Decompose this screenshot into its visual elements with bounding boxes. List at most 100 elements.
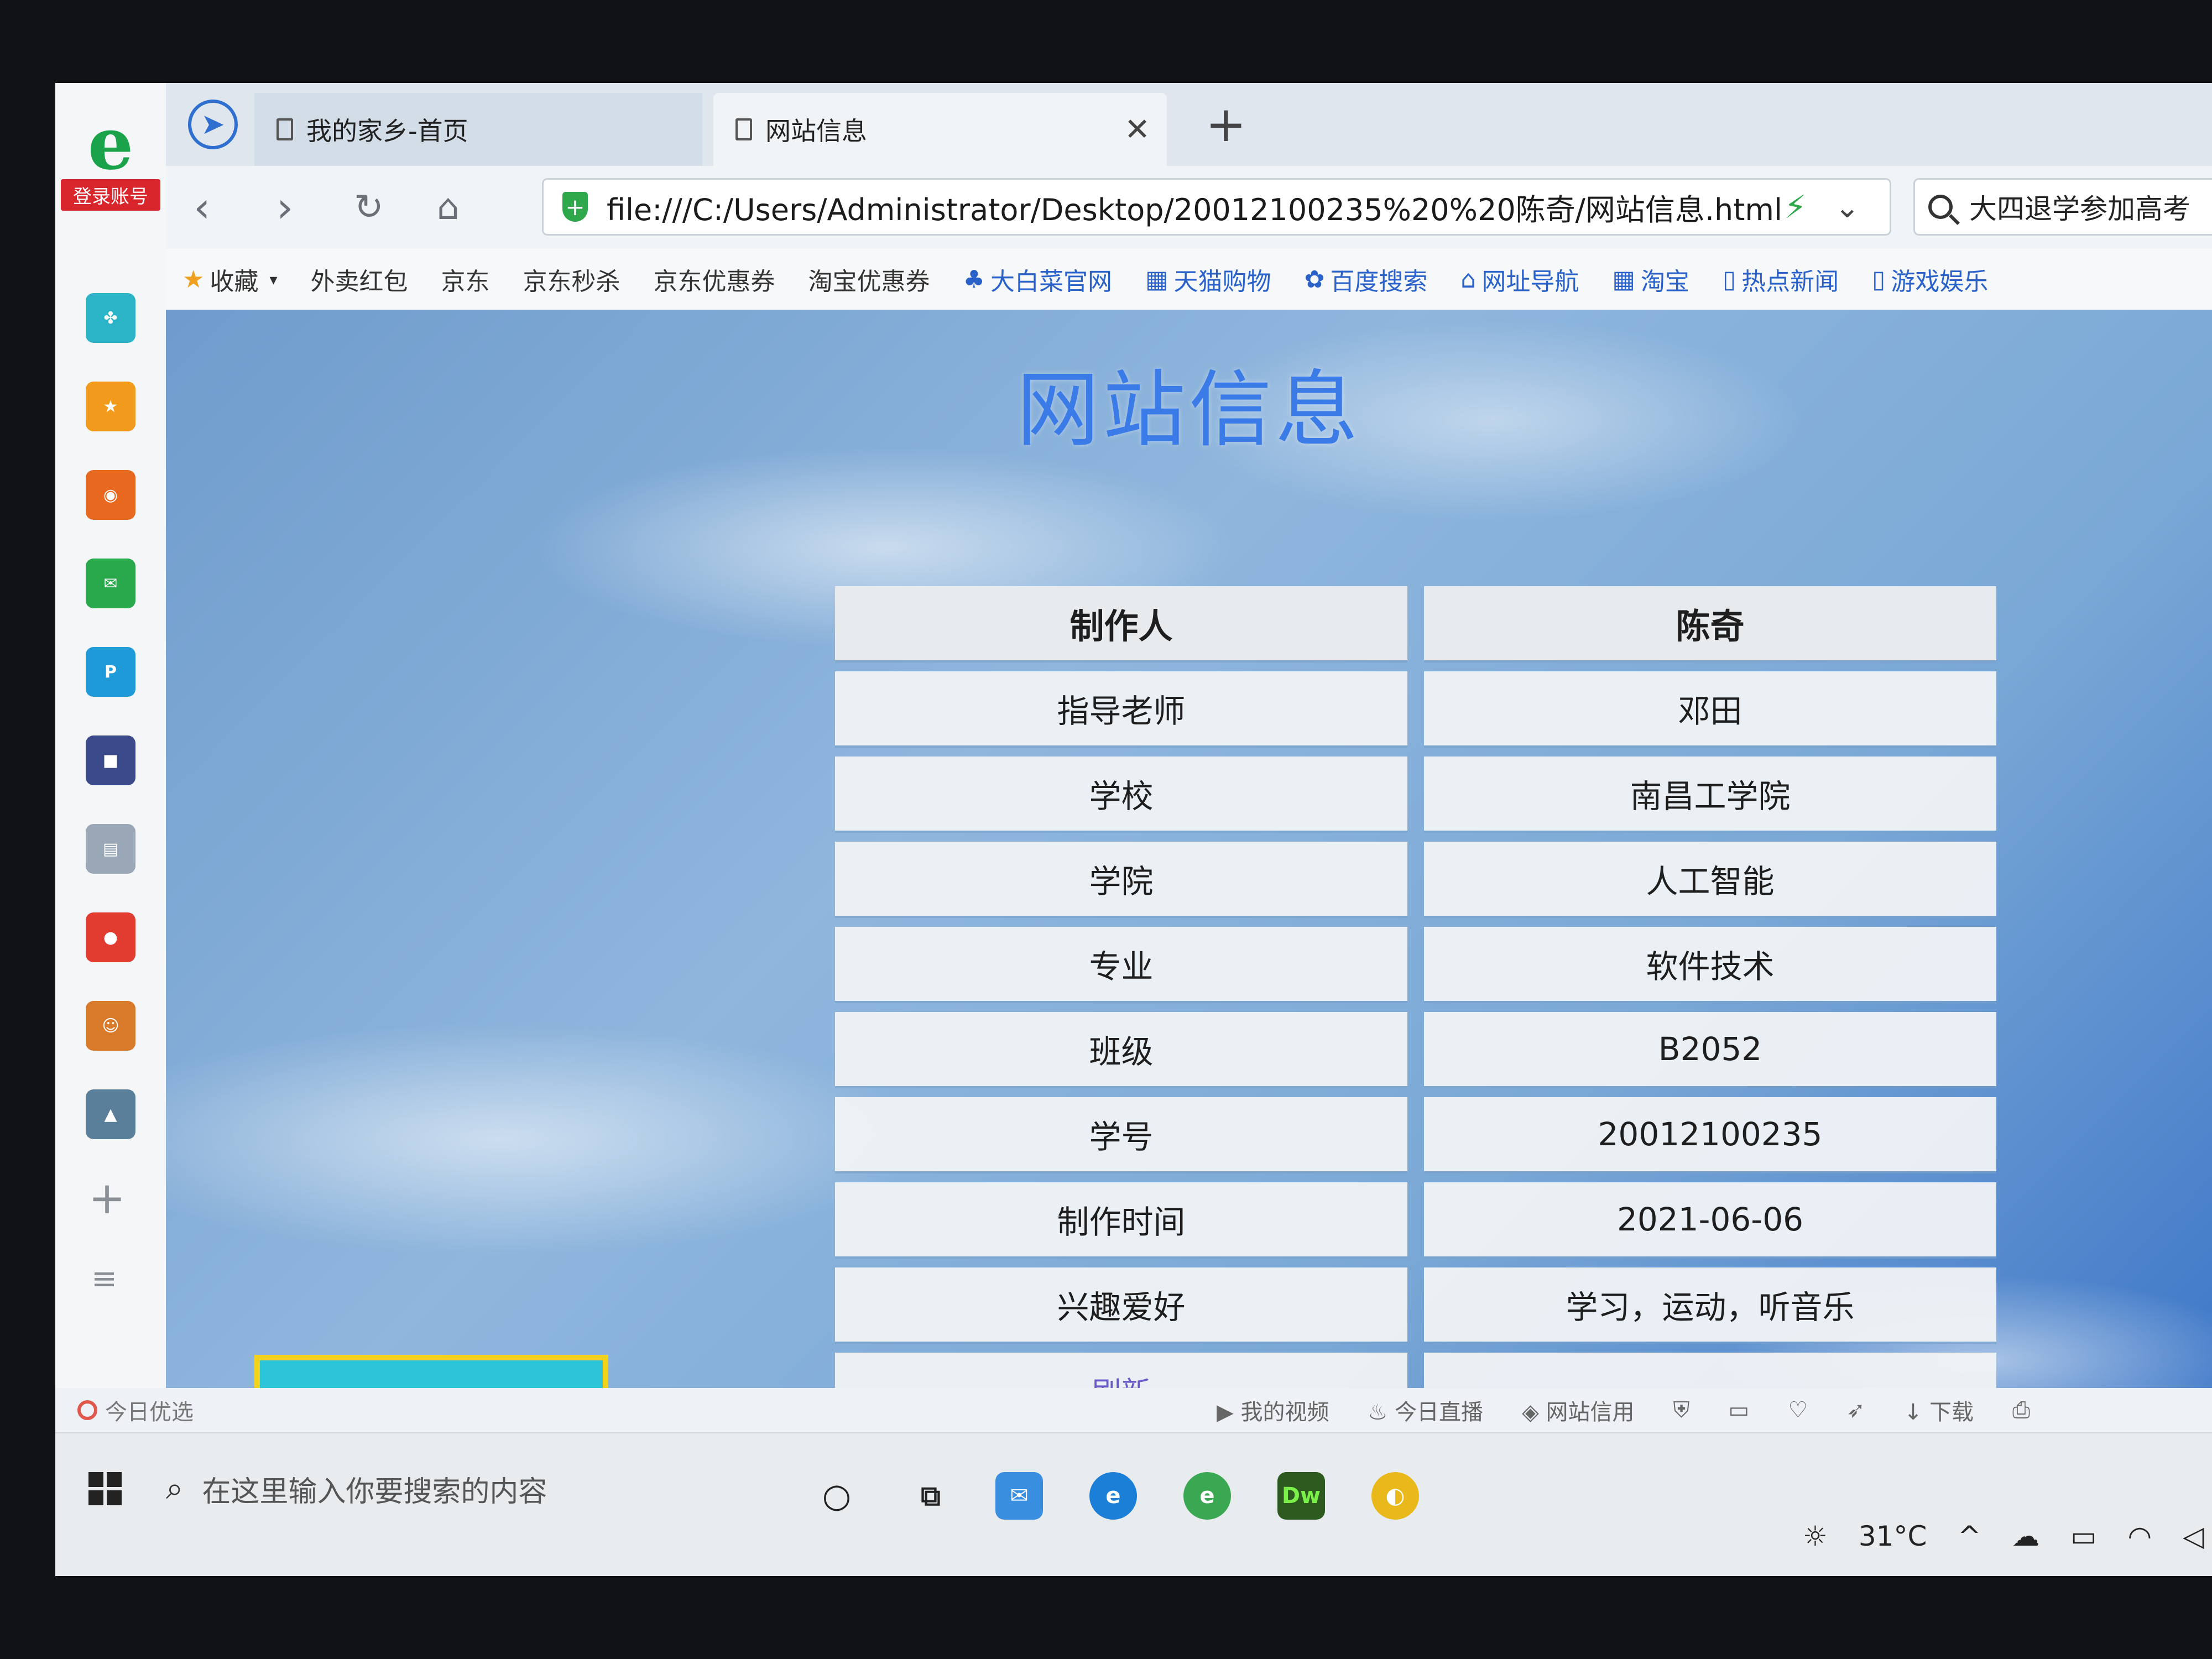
shield-status-icon[interactable]: ⛨ (1673, 1397, 1690, 1423)
wifi-icon[interactable]: ◠ (2128, 1520, 2152, 1552)
weibo-app-icon[interactable]: ◉ (86, 470, 135, 520)
taskbar-search-input[interactable]: ⌕ 在这里输入你要搜索的内容 (166, 1455, 774, 1522)
search-input[interactable]: 大四退学参加高考 (1913, 178, 2212, 236)
edge-icon[interactable]: e (1089, 1472, 1137, 1520)
cortana-icon[interactable]: ○ (813, 1472, 860, 1520)
bookmark-icon: ▦ (1612, 265, 1635, 294)
row-label: 制作时间 (835, 1182, 1407, 1256)
reload-icon[interactable]: ↻ (354, 182, 384, 232)
dropdown-arrow-icon[interactable]: ▾ (269, 270, 277, 289)
bookmark-item[interactable]: ▦ 天猫购物 (1145, 262, 1271, 297)
bookmark-item[interactable]: ▯ 游戏娱乐 (1872, 262, 1988, 297)
mail-icon[interactable]: ✉ (995, 1472, 1043, 1520)
cloud-icon[interactable]: ☁ (2012, 1520, 2039, 1552)
my-video-link[interactable]: ▶ 我的视频 (1217, 1394, 1329, 1426)
browser-logo-icon: e (87, 101, 134, 186)
home-icon[interactable]: ⌂ (437, 182, 460, 232)
doc-app-icon[interactable]: ▤ (86, 824, 135, 874)
navigation-icon[interactable]: ➤ (188, 100, 238, 149)
row-label: 兴趣爱好 (835, 1267, 1407, 1342)
tab-label: 网站信息 (765, 116, 867, 146)
print-icon[interactable]: ⎙ (2012, 1397, 2030, 1423)
page-icon (276, 118, 293, 140)
tab-hometown[interactable]: 我的家乡-首页 (254, 93, 702, 166)
bookmark-label: 热点新闻 (1741, 268, 1839, 296)
system-tray: ☼ 31°C ^ ☁ ▭ ◠ ◁ 英 (1803, 1516, 2212, 1556)
bookmark-icon: ♣ (963, 265, 985, 294)
back-icon[interactable]: ‹ (194, 182, 210, 232)
row-label: 制作人 (835, 586, 1407, 660)
bookmark-item[interactable]: 京东秒杀 (523, 262, 620, 297)
rocket-icon[interactable]: ➶ (1846, 1397, 1865, 1423)
bookmark-item[interactable]: 外卖红包 (311, 262, 408, 297)
add-app-icon[interactable]: + (88, 1172, 126, 1224)
bookmark-item[interactable]: ▦ 淘宝 (1612, 262, 1689, 297)
close-tab-icon[interactable]: ✕ (1124, 112, 1150, 148)
chevron-up-icon[interactable]: ^ (1958, 1520, 1981, 1552)
bookmark-item[interactable]: 淘宝优惠券 (808, 262, 930, 297)
bookmark-item[interactable]: ♣ 大白菜官网 (963, 262, 1112, 297)
game-app-icon[interactable]: ■ (86, 735, 135, 785)
table-row: 学院 人工智能 (835, 842, 1996, 916)
bookmark-item[interactable]: ⌂ 网址导航 (1460, 262, 1579, 297)
row-value: 学习，运动，听音乐 (1424, 1267, 1996, 1342)
bookmark-item[interactable]: ▯ 热点新闻 (1723, 262, 1839, 297)
browser-logo[interactable]: e 登录账号 (61, 105, 160, 216)
p-app-icon[interactable]: P (86, 647, 135, 697)
empty-cell (1424, 1353, 1996, 1388)
bookmark-item[interactable]: 京东优惠券 (654, 262, 775, 297)
chevron-down-icon[interactable]: ⌄ (1835, 190, 1860, 225)
table-row: 班级 B2052 (835, 1012, 1996, 1086)
tab-site-info[interactable]: 网站信息 ✕ (713, 93, 1167, 166)
windows-taskbar: ⌕ 在这里输入你要搜索的内容 ○ ⧉ ✉ e e Dw ◐ ☼ 31°C ^ ☁… (55, 1432, 2212, 1576)
tab-bar: ➤ 我的家乡-首页 网站信息 ✕ + (166, 83, 2212, 167)
table-row: 兴趣爱好 学习，运动，听音乐 (835, 1267, 1996, 1342)
mail-app-icon[interactable]: ✉ (86, 559, 135, 608)
landscape-app-icon[interactable]: ▲ (86, 1089, 135, 1139)
weather-icon[interactable]: ☼ (1803, 1520, 1828, 1552)
character-app-icon[interactable]: ☺ (86, 1001, 135, 1051)
bookmark-label: 大白菜官网 (990, 268, 1112, 296)
table-row: 指导老师 邓田 (835, 671, 1996, 745)
bookmark-label: 京东秒杀 (523, 268, 620, 296)
bookmark-item[interactable]: ✿ 百度搜索 (1305, 262, 1428, 297)
address-bar: ‹ › ↻ ⌂ + file:///C:/Users/Administrator… (166, 166, 2212, 249)
tab-label: 我的家乡-首页 (306, 116, 468, 146)
forward-icon[interactable]: › (276, 182, 293, 232)
bookmark-label: 游戏娱乐 (1891, 268, 1989, 296)
url-text: file:///C:/Users/Administrator/Desktop/2… (607, 192, 1783, 227)
battery-icon[interactable]: ▭ (2070, 1520, 2096, 1552)
volume-icon[interactable]: ◁ (2183, 1520, 2204, 1552)
download-link[interactable]: ↓ 下载 (1904, 1394, 1974, 1426)
login-button[interactable]: 登录账号 (61, 179, 160, 211)
speed-mode-icon[interactable]: ⚡ (1784, 188, 1807, 226)
browser-icon[interactable]: e (1183, 1472, 1231, 1520)
app-icon[interactable]: ◐ (1371, 1472, 1419, 1520)
bookmark-item[interactable]: ★ 收藏 ▾ (182, 262, 278, 297)
dreamweaver-icon[interactable]: Dw (1277, 1472, 1325, 1520)
sidebar-menu-icon[interactable]: ≡ (91, 1261, 117, 1297)
red-app-icon[interactable]: ● (86, 912, 135, 962)
clover-app-icon[interactable]: ✤ (86, 293, 135, 343)
row-value: 软件技术 (1424, 927, 1996, 1001)
credit-link[interactable]: ◈ 网站信用 (1522, 1394, 1634, 1426)
favorites-app-icon[interactable]: ★ (86, 382, 135, 431)
bookmark-icon: ✿ (1304, 265, 1325, 294)
heart-icon[interactable]: ♡ (1788, 1397, 1808, 1423)
bookmark-item[interactable]: 京东 (441, 262, 490, 297)
screen: e 登录账号 ✤ ★ ◉ ✉ P ■ ▤ ● ☺ ▲ + ≡ ➤ 我的家乡-首页 网站信息 ✕ +… (55, 83, 2212, 1576)
windows-start-icon[interactable] (88, 1472, 122, 1505)
browser-status-bar: 今日优选 ▶ 我的视频 ♨ 今日直播 ◈ 网站信用 ⛨ ▭ ♡ ➶ ↓ 下载 ⎙ (55, 1388, 2212, 1432)
bookmarks-bar: ★ 收藏 ▾ 外卖红包 京东 京东秒杀 京东优惠券 淘宝优惠券 ♣ 大白菜官网 ▦ 天猫购物 ✿ 百度搜索… (166, 249, 2212, 311)
live-link[interactable]: ♨ 今日直播 (1368, 1394, 1483, 1426)
image-icon[interactable]: ▭ (1729, 1397, 1750, 1423)
task-view-icon[interactable]: ⧉ (907, 1472, 954, 1520)
refresh-link[interactable]: 刷新 (1092, 1375, 1151, 1389)
banner-box (254, 1355, 608, 1388)
bookmark-icon: ▯ (1872, 265, 1886, 294)
url-field[interactable]: + file:///C:/Users/Administrator/Desktop… (542, 178, 1891, 236)
new-tab-button[interactable]: + (1206, 100, 1246, 149)
table-row: 制作时间 2021-06-06 (835, 1182, 1996, 1256)
today-pick[interactable]: 今日优选 (77, 1394, 194, 1426)
info-table: 制作人 陈奇 指导老师 邓田 学校 南昌工学院 学院 人工智能 专业 软件技术 班级 B2052 学号 2… (818, 575, 2013, 1388)
